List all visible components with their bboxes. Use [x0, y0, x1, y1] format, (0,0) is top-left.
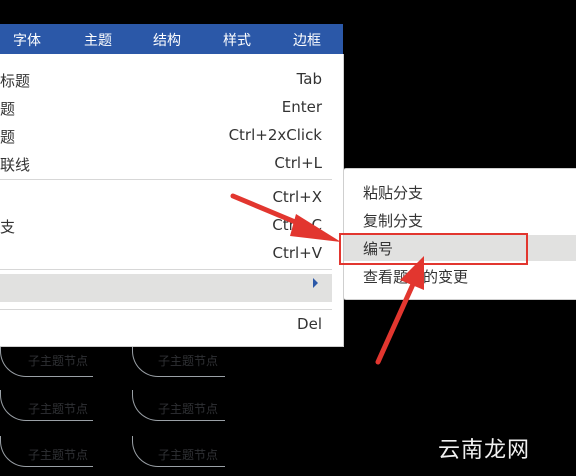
- menu-divider: [0, 269, 332, 270]
- menu-item-cut[interactable]: Ctrl+X: [0, 184, 343, 210]
- menubar: 字体 主题 结构 样式 边框: [0, 24, 343, 54]
- shortcut: Ctrl+2xClick: [228, 126, 322, 144]
- shortcut: Tab: [296, 70, 322, 88]
- shortcut: Del: [297, 315, 322, 333]
- watermark: 云南龙网: [438, 438, 531, 463]
- menu-item-floating-topic[interactable]: 题 Ctrl+2xClick: [0, 122, 343, 148]
- canvas-node[interactable]: 子主题节点: [28, 352, 88, 369]
- menu-font[interactable]: 字体: [13, 30, 41, 50]
- menu-item-subtopic[interactable]: 标题 Tab: [0, 66, 343, 92]
- menu-border[interactable]: 边框: [293, 30, 321, 50]
- menu-item-paste[interactable]: Ctrl+V: [0, 240, 343, 266]
- canvas-node[interactable]: 子主题节点: [158, 352, 218, 369]
- submenu-item-copy-branch[interactable]: 复制分支: [344, 207, 576, 233]
- shortcut: Ctrl+C: [272, 216, 322, 234]
- canvas-node[interactable]: 子主题节点: [28, 446, 88, 463]
- menu-item-topic[interactable]: 题 Enter: [0, 94, 343, 120]
- menu-item-relationship[interactable]: 联线 Ctrl+L: [0, 150, 343, 176]
- menu-theme[interactable]: 主题: [84, 30, 112, 50]
- submenu-item-view-changes[interactable]: 查看题目的变更: [344, 263, 576, 289]
- canvas-node[interactable]: 子主题节点: [28, 400, 88, 417]
- shortcut: Ctrl+L: [274, 154, 322, 172]
- context-dropdown: 标题 Tab 题 Enter 题 Ctrl+2xClick 联线 Ctrl+L …: [0, 54, 344, 347]
- menu-divider: [0, 309, 332, 310]
- submenu-item-paste-branch[interactable]: 粘贴分支: [344, 179, 576, 205]
- menu-item-submenu-open[interactable]: [0, 274, 332, 302]
- shortcut: Ctrl+X: [272, 188, 322, 206]
- menu-item-copy[interactable]: 支 Ctrl+C: [0, 212, 343, 238]
- menu-divider: [0, 179, 332, 180]
- menu-item-delete[interactable]: Del: [0, 311, 343, 337]
- chevron-right-icon: [313, 278, 318, 288]
- menu-structure[interactable]: 结构: [153, 30, 181, 50]
- shortcut: Ctrl+V: [272, 244, 322, 262]
- menu-style[interactable]: 样式: [223, 30, 251, 50]
- annotation-highlight-box: [339, 233, 528, 265]
- shortcut: Enter: [281, 98, 322, 116]
- canvas-node[interactable]: 子主题节点: [158, 400, 218, 417]
- canvas-node[interactable]: 子主题节点: [158, 446, 218, 463]
